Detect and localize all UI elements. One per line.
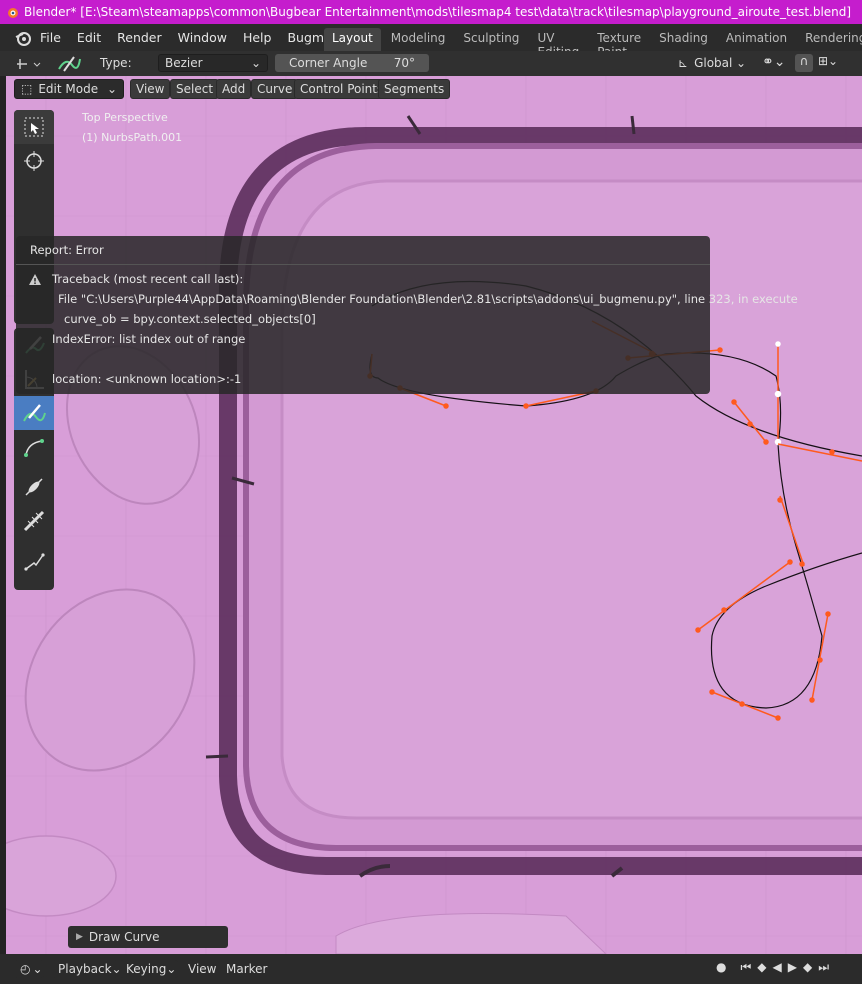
control-points-menu[interactable]: Control Points: [294, 79, 390, 99]
orientation-icon: ⊾: [678, 56, 689, 70]
jump-end-icon[interactable]: ⏭: [818, 960, 829, 975]
draw-curve-tool[interactable]: [14, 396, 54, 430]
randomize-icon: [24, 553, 45, 571]
3d-viewport[interactable]: ⬚ Edit Mode ⌄ View Select Add Curve Cont…: [6, 76, 862, 954]
playback-menu[interactable]: Playback ⌄: [52, 960, 122, 978]
jump-start-icon[interactable]: ⏮: [740, 960, 751, 975]
playback-label: Playback: [58, 962, 112, 976]
keying-label: Keying: [126, 962, 167, 976]
menu-edit[interactable]: Edit: [77, 30, 101, 45]
report-title: Report: Error: [16, 236, 710, 265]
record-icon[interactable]: ●: [716, 960, 726, 975]
window-title-bar: Blender* [E:\Steam\steamapps\common\Bugb…: [0, 0, 862, 24]
playback-controls: ● ⏮ ◆ ◀ ▶ ◆ ⏭: [716, 960, 829, 975]
warning-icon: [29, 274, 41, 285]
extrude-curve-tool[interactable]: [14, 430, 54, 464]
chevron-down-icon: ⌄: [735, 56, 746, 70]
menu-help[interactable]: Help: [243, 30, 272, 45]
report-line-3: curve_ob = bpy.context.selected_objects[…: [64, 312, 316, 326]
cursor-tool[interactable]: [14, 144, 54, 178]
prev-keyframe-icon[interactable]: ◆: [757, 960, 766, 975]
last-operator-label: Draw Curve: [88, 930, 160, 944]
type-dropdown[interactable]: Bezier ⌄: [158, 54, 268, 72]
pivot-icon[interactable]: [16, 55, 42, 73]
type-label: Type:: [100, 56, 132, 70]
draw-curve-icon: [23, 404, 46, 422]
draw-curve-tool-icon[interactable]: [56, 53, 82, 75]
chevron-down-icon: ⌄: [106, 82, 117, 96]
editor-type-dropdown[interactable]: ◴ ⌄: [14, 960, 44, 978]
mode-dropdown[interactable]: ⬚ Edit Mode ⌄: [14, 79, 124, 99]
randomize-tool[interactable]: [14, 544, 54, 578]
select-box-icon: [24, 117, 44, 137]
menu-file[interactable]: File: [40, 30, 61, 45]
last-operator-panel[interactable]: ▶ Draw Curve: [68, 926, 228, 948]
menu-render[interactable]: Render: [117, 30, 162, 45]
chevron-down-icon: ⌄: [32, 962, 43, 976]
type-value: Bezier: [165, 56, 203, 70]
chevron-down-icon: ⌄: [166, 962, 177, 976]
error-report-popup: Report: Error Traceback (most recent cal…: [16, 236, 798, 394]
report-line-1: Traceback (most recent call last):: [52, 272, 244, 286]
viewport-scene: [6, 76, 862, 954]
play-reverse-icon[interactable]: ◀: [773, 960, 782, 975]
tool-settings-header: Type: Bezier ⌄ Corner Angle 70° ⊾ Global…: [0, 51, 862, 76]
next-keyframe-icon[interactable]: ◆: [803, 960, 812, 975]
marker-menu[interactable]: Marker: [226, 962, 267, 976]
snap-icon[interactable]: ∩: [795, 54, 813, 72]
corner-angle-value: 70°: [393, 56, 415, 70]
corner-angle-label: Corner Angle: [289, 56, 368, 70]
blender-menu-icon[interactable]: [14, 29, 32, 47]
transform-orientation-dropdown[interactable]: ⊾ Global ⌄: [672, 54, 752, 72]
expand-arrow-icon: ▶: [76, 932, 83, 942]
tilt-tool[interactable]: [14, 470, 54, 504]
pivot-point-icon[interactable]: ⚭⌄: [762, 54, 785, 70]
select-box-tool[interactable]: [14, 110, 54, 144]
snap-settings-icon[interactable]: ⊞⌄: [818, 54, 838, 68]
blender-logo-icon: [8, 8, 18, 18]
curve-menu[interactable]: Curve: [251, 79, 299, 99]
tilt-icon: [25, 478, 43, 496]
edit-mode-icon: ⬚: [21, 82, 33, 96]
report-line-4: IndexError: list index out of range: [52, 332, 246, 346]
perspective-label: Top Perspective: [82, 111, 168, 124]
clock-icon: ◴: [20, 962, 31, 976]
report-line-5: location: <unknown location>:-1: [52, 372, 242, 386]
select-menu[interactable]: Select: [170, 79, 220, 99]
keying-menu[interactable]: Keying ⌄: [120, 960, 178, 978]
window-title: Blender* [E:\Steam\steamapps\common\Bugb…: [24, 5, 852, 19]
orientation-value: Global: [694, 56, 733, 70]
viewport-header: ⬚ Edit Mode ⌄ View Select Add Curve Cont…: [6, 76, 862, 102]
radius-tool[interactable]: [14, 504, 54, 538]
view-menu[interactable]: View: [130, 79, 171, 99]
play-icon[interactable]: ▶: [788, 960, 797, 975]
timeline-header: ◴ ⌄ Playback ⌄ Keying ⌄ View Marker ● ⏮ …: [0, 954, 862, 984]
extrude-curve-icon: [24, 439, 44, 457]
chevron-down-icon: ⌄: [250, 56, 261, 70]
add-menu[interactable]: Add: [216, 79, 252, 99]
report-line-2: File "C:\Users\Purple44\AppData\Roaming\…: [58, 292, 798, 306]
mode-value: Edit Mode: [38, 82, 99, 96]
radius-icon: [23, 510, 45, 532]
cursor-icon: [24, 151, 44, 171]
object-label: (1) NurbsPath.001: [82, 131, 183, 144]
segments-menu[interactable]: Segments: [378, 79, 451, 99]
view-menu-timeline[interactable]: View: [188, 962, 216, 976]
corner-angle-field[interactable]: Corner Angle 70°: [275, 54, 429, 72]
menu-window[interactable]: Window: [178, 30, 227, 45]
